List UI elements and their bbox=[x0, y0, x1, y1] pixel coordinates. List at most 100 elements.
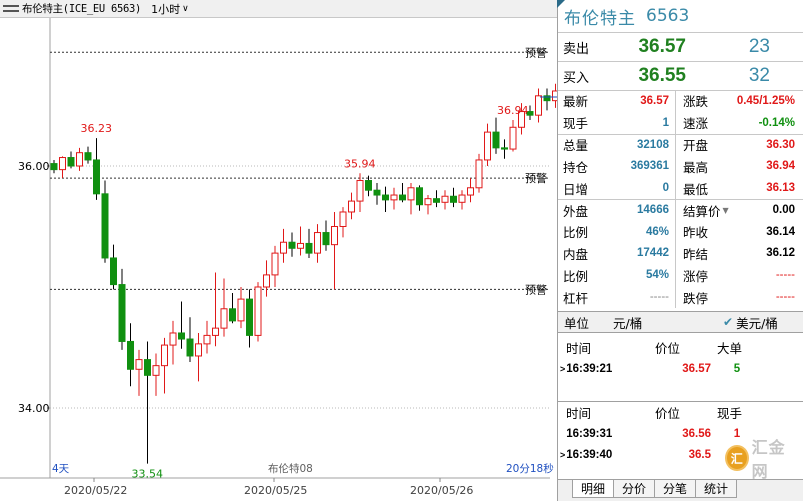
quote-label: 持仓 bbox=[563, 159, 589, 175]
panel-tabs: 明细 分价 分笔 统计 bbox=[558, 479, 803, 501]
countdown-label: 20分18秒 bbox=[506, 462, 554, 475]
tab-statistics[interactable]: 统计 bbox=[695, 480, 738, 498]
candle-body bbox=[433, 198, 440, 203]
period-selector[interactable]: 1小时 ∨ bbox=[151, 1, 189, 17]
chart-toolbar: 布伦特主(ICE_EU 6563) 1小时 ∨ bbox=[0, 0, 557, 18]
unit-label: 单位 bbox=[564, 315, 590, 331]
candle-body bbox=[348, 200, 355, 213]
bid-row: 买入 36.55 32 bbox=[558, 62, 803, 91]
candle-body bbox=[229, 308, 236, 322]
quote-value: 1 bbox=[662, 116, 669, 129]
x-tick-label: 2020/05/26 bbox=[410, 484, 473, 497]
quote-value: ----- bbox=[649, 291, 669, 304]
tick-price: 36.56 bbox=[682, 427, 711, 440]
ask-price: 36.57 bbox=[638, 36, 686, 57]
candle-body bbox=[475, 159, 483, 189]
chevron-right-icon: > bbox=[560, 363, 566, 374]
tab-detail[interactable]: 明细 bbox=[572, 480, 615, 498]
quote-label: 涨跌 bbox=[675, 90, 731, 112]
quote-label: 结算价 bbox=[683, 203, 721, 219]
quote-label: 比例 bbox=[563, 268, 589, 284]
quote-label: 日增 bbox=[563, 181, 589, 197]
quote-value: 54% bbox=[645, 269, 669, 282]
quote-panel: 布伦特主 6563 卖出 36.57 23 买入 36.55 32 最新 36.… bbox=[557, 0, 803, 501]
candle-body bbox=[450, 195, 457, 203]
candle-body bbox=[492, 131, 500, 149]
quote-label: 比例 bbox=[563, 225, 589, 241]
quote-label: 杠杆 bbox=[563, 290, 589, 306]
quote-row: 比例 46% 昨收 36.14 bbox=[558, 220, 803, 243]
unit-option-yuan[interactable]: 元/桶 bbox=[613, 313, 723, 332]
quote-row: 比例 54% 涨停 ----- bbox=[558, 264, 803, 287]
x-tick-label: 2020/05/25 bbox=[244, 484, 307, 497]
price-annotation: 36.94 bbox=[497, 104, 529, 117]
header-big-order: 大单 bbox=[717, 341, 743, 356]
candle-body bbox=[390, 194, 398, 201]
candle-body bbox=[93, 159, 100, 195]
candle-body bbox=[501, 147, 508, 150]
header-time: 时间 bbox=[566, 406, 592, 421]
settle-price-selector[interactable]: 结算价 ▼ bbox=[675, 199, 731, 221]
candle-body bbox=[237, 298, 245, 322]
unit-usd-label: 美元/桶 bbox=[736, 315, 778, 331]
quote-value: -0.14% bbox=[758, 116, 795, 129]
symbol-name: 布伦特主 bbox=[564, 8, 636, 29]
unit-option-usd[interactable]: ✔ 美元/桶 bbox=[723, 313, 778, 332]
quote-row: 杠杆 ----- 跌停 ----- bbox=[558, 286, 803, 308]
quote-label: 昨收 bbox=[675, 220, 731, 243]
candle-body bbox=[467, 187, 474, 196]
quote-value: 0.45/1.25% bbox=[736, 94, 795, 107]
quote-value: 17442 bbox=[637, 247, 669, 260]
candle-body bbox=[509, 126, 517, 150]
candle-body bbox=[144, 359, 151, 376]
warning-label: 预警 bbox=[525, 45, 547, 59]
candle-body bbox=[314, 232, 321, 254]
quote-value: 14666 bbox=[637, 204, 669, 217]
candle-body bbox=[356, 180, 364, 202]
quote-row: 总量 32108 开盘 36.30 bbox=[558, 133, 803, 156]
candle-body bbox=[220, 308, 228, 329]
candle-body bbox=[169, 332, 177, 346]
quote-label: 昨结 bbox=[675, 242, 731, 265]
tab-price-breakdown[interactable]: 分价 bbox=[613, 480, 656, 498]
price-annotation: 36.23 bbox=[81, 122, 113, 135]
candle-body bbox=[152, 365, 160, 376]
candle-body bbox=[118, 284, 126, 342]
tick-time-value: 16:39:40 bbox=[566, 448, 613, 461]
candle-body bbox=[322, 232, 330, 246]
tick-price: 36.57 bbox=[682, 362, 711, 375]
quote-value: 36.94 bbox=[766, 160, 795, 173]
check-icon: ✔ bbox=[723, 315, 734, 329]
quote-label: 开盘 bbox=[675, 134, 731, 156]
contract-label: 布伦特08 bbox=[268, 462, 313, 475]
candle-body bbox=[246, 298, 253, 336]
y-tick-label: 34.00 bbox=[18, 402, 50, 415]
candle-body bbox=[399, 194, 406, 201]
candle-body bbox=[484, 131, 491, 161]
symbol-code: 6563 bbox=[646, 6, 690, 26]
candlestick-chart[interactable]: 34.00 36.00 预警 预警 预警 36.23 33.54 35.94 36.94 4天 布伦… bbox=[0, 18, 557, 501]
big-order-list: 时间 价位 大单 >16:39:21 36.57 5 bbox=[558, 337, 803, 379]
tick-time: >16:39:31 bbox=[558, 428, 655, 440]
candle-body bbox=[135, 359, 143, 370]
candle-body bbox=[280, 241, 287, 254]
list-item[interactable]: >16:39:21 36.57 5 bbox=[558, 358, 803, 379]
candle-body bbox=[76, 152, 83, 167]
ask-volume: 23 bbox=[748, 36, 770, 57]
candle-body bbox=[203, 334, 211, 345]
tick-price: 36.5 bbox=[688, 448, 711, 461]
unit-row: 单位 元/桶 ✔ 美元/桶 bbox=[558, 311, 803, 333]
quote-row: 最新 36.57 涨跌 0.45/1.25% bbox=[558, 90, 803, 112]
days-label: 4天 bbox=[52, 463, 70, 475]
corner-marker bbox=[557, 0, 565, 8]
bid-price: 36.55 bbox=[638, 65, 686, 86]
bid-volume: 32 bbox=[748, 65, 770, 86]
y-tick-label: 36.00 bbox=[18, 160, 50, 173]
warning-label: 预警 bbox=[525, 171, 547, 185]
tab-tick-trades[interactable]: 分笔 bbox=[654, 480, 697, 498]
quote-label: 外盘 bbox=[563, 203, 589, 219]
menu-icon[interactable] bbox=[3, 4, 19, 14]
candle-body bbox=[161, 344, 168, 367]
quote-value: 0 bbox=[662, 182, 669, 195]
candle-body bbox=[84, 152, 92, 161]
